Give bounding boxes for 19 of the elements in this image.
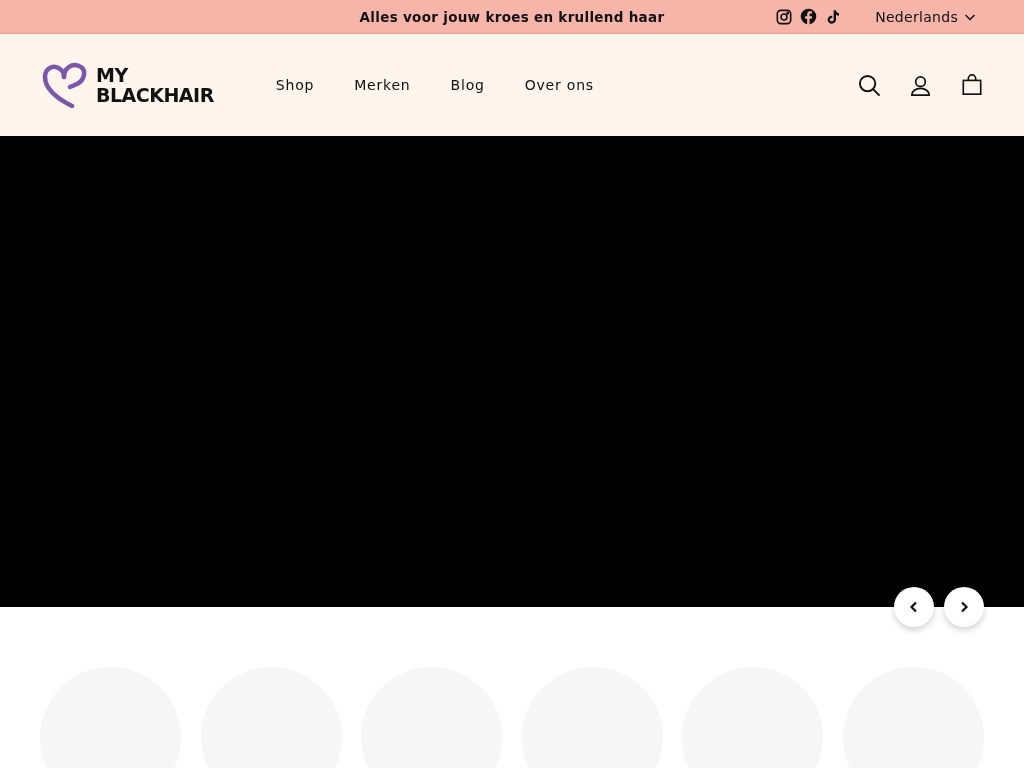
next-slide-button[interactable] xyxy=(944,587,984,627)
instagram-icon[interactable] xyxy=(776,8,793,25)
nav-link[interactable]: Blog xyxy=(450,77,485,93)
facebook-icon[interactable] xyxy=(800,8,818,25)
nav-link[interactable]: Shop xyxy=(275,77,315,93)
cart-button[interactable] xyxy=(959,72,984,98)
chevron-left-icon xyxy=(908,601,920,613)
chevron-right-icon xyxy=(958,601,970,613)
search-button[interactable] xyxy=(857,72,882,98)
nav-link[interactable]: Over ons xyxy=(524,77,594,93)
shopping-bag-icon xyxy=(960,74,983,96)
user-icon xyxy=(909,73,932,97)
logo-text[interactable]: MY BLACKHAIR xyxy=(96,65,214,105)
announcement-text: Alles voor jouw kroes en krullend haar xyxy=(359,8,665,25)
language-selector[interactable]: Nederlands xyxy=(875,8,976,25)
nav-link[interactable]: Merken xyxy=(354,77,411,93)
search-icon xyxy=(858,73,881,97)
tiktok-icon[interactable] xyxy=(825,8,842,25)
previous-slide-button[interactable] xyxy=(894,587,934,627)
